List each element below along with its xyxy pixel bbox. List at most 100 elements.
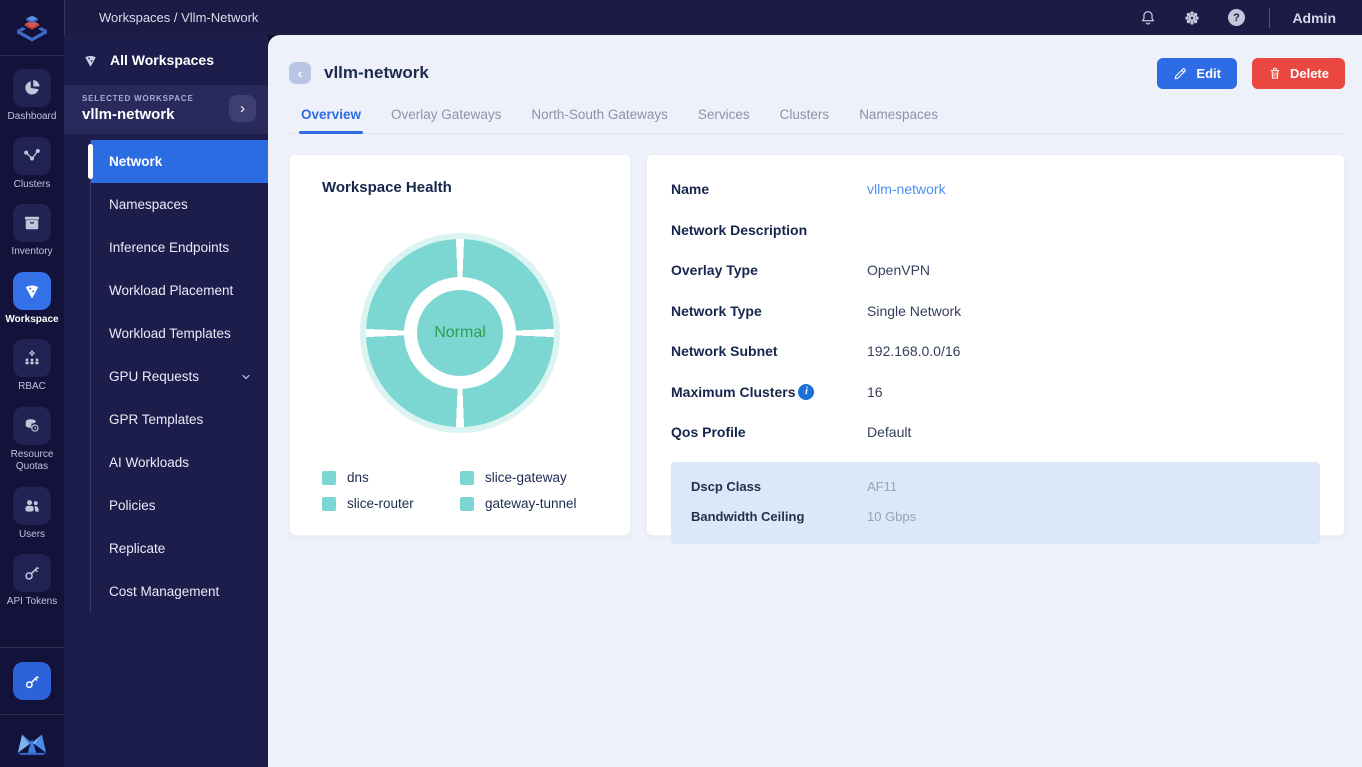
edit-button-label: Edit: [1196, 65, 1221, 81]
workspace-slice-icon: [82, 52, 99, 69]
tab-namespaces[interactable]: Namespaces: [859, 107, 938, 133]
legend-swatch: [322, 496, 336, 511]
rail-item-api-tokens[interactable]: API Tokens: [0, 554, 64, 609]
menu-label: Namespaces: [109, 197, 188, 212]
tile: [13, 406, 51, 445]
rail-nav: Dashboard Clusters Inventory Workspace R…: [0, 56, 64, 609]
rail-item-inventory[interactable]: Inventory: [0, 204, 64, 259]
inventory-box-icon: [22, 213, 42, 233]
settings-icon: [1183, 9, 1201, 27]
rail-item-rbac[interactable]: RBAC: [0, 339, 64, 394]
sidebar-item-gpr-templates[interactable]: GPR Templates: [91, 398, 268, 441]
sidebar-item-namespaces[interactable]: Namespaces: [91, 183, 268, 226]
info-icon[interactable]: i: [798, 383, 815, 400]
rail-item-label: Dashboard: [7, 111, 57, 122]
rail-item-label: Resource Quotas: [10, 448, 54, 473]
health-legend: dns slice-gateway slice-router gateway-t…: [310, 470, 610, 515]
workspace-slice-icon: [22, 281, 42, 301]
menu-label: Inference Endpoints: [109, 240, 230, 255]
crown-logo: [15, 729, 49, 757]
rail-item-users[interactable]: Users: [0, 486, 64, 542]
sidebar-item-replicate[interactable]: Replicate: [91, 527, 268, 570]
detail-label: Qos Profile: [671, 424, 746, 441]
menu-label: GPR Templates: [109, 412, 204, 427]
cluster-nodes-icon: [22, 146, 42, 166]
help-button[interactable]: ?: [1225, 7, 1247, 29]
help-icon: ?: [1227, 9, 1245, 26]
notifications-button[interactable]: [1137, 7, 1159, 29]
legend-item-slice-gateway: slice-gateway: [460, 470, 598, 485]
tile: [13, 136, 51, 175]
all-workspaces-label: All Workspaces: [110, 52, 215, 68]
all-workspaces-button[interactable]: All Workspaces: [64, 35, 268, 85]
chevron-down-icon: [240, 371, 252, 383]
app-logo[interactable]: [0, 0, 64, 56]
menu-label: GPU Requests: [109, 369, 200, 384]
settings-button[interactable]: [1181, 7, 1203, 29]
detail-value: 16: [867, 383, 883, 400]
key-icon: [23, 672, 42, 691]
tab-overlay-gateways[interactable]: Overlay Gateways: [391, 107, 501, 133]
rbac-gear-people-icon: [22, 348, 42, 368]
rail-item-dashboard[interactable]: Dashboard: [0, 69, 64, 124]
tab-clusters[interactable]: Clusters: [780, 107, 830, 133]
menu-label: Workload Templates: [109, 326, 231, 341]
sidebar-item-workload-templates[interactable]: Workload Templates: [91, 312, 268, 355]
network-details-card: Name vllm-network Network Description Ov…: [646, 154, 1345, 544]
rail-item-workspace[interactable]: Workspace: [0, 271, 64, 327]
rail-bottom: [0, 639, 64, 767]
detail-value[interactable]: vllm-network: [867, 181, 1320, 197]
avesha-logo-icon: [13, 10, 51, 46]
health-card-title: Workspace Health: [322, 179, 452, 196]
tile: [13, 554, 51, 592]
topbar-actions: ? Admin: [1137, 7, 1362, 29]
pencil-icon: [1173, 66, 1188, 81]
legend-item-gateway-tunnel: gateway-tunnel: [460, 496, 598, 511]
chevron-right-icon: ›: [240, 100, 245, 117]
legend-item-dns: dns: [322, 470, 460, 485]
page-title: vllm-network: [324, 63, 429, 82]
detail-value: Single Network: [867, 302, 962, 319]
tab-north-south-gateways[interactable]: North-South Gateways: [531, 107, 668, 133]
legend-swatch: [460, 496, 474, 511]
sidebar-item-inference-endpoints[interactable]: Inference Endpoints: [91, 226, 268, 269]
legend-label: slice-gateway: [485, 470, 567, 485]
delete-button[interactable]: Delete: [1251, 57, 1345, 89]
rail-item-clusters[interactable]: Clusters: [0, 136, 64, 192]
sidebar-item-network[interactable]: Network: [88, 140, 268, 183]
selected-workspace-panel: SELECTED WORKSPACE vllm-network ›: [64, 85, 268, 134]
qos-row-bandwidth-ceiling: Bandwidth Ceiling 10 Gbps: [691, 502, 1320, 532]
tile: [13, 271, 51, 310]
health-status-badge: Normal: [417, 290, 503, 376]
detail-row-network-subnet: Network Subnet 192.168.0.0/16: [671, 331, 1320, 372]
detail-label-text: Maximum Clusters: [671, 383, 796, 400]
sidebar-item-gpu-requests[interactable]: GPU Requests: [91, 355, 268, 398]
menu-label: Cost Management: [109, 584, 220, 599]
detail-row-network-type: Network Type Single Network: [671, 291, 1320, 332]
sidebar-item-ai-workloads[interactable]: AI Workloads: [91, 441, 268, 484]
rail-item-label: Users: [18, 528, 46, 540]
selected-workspace-text: SELECTED WORKSPACE vllm-network: [82, 94, 194, 123]
sidebar-item-workload-placement[interactable]: Workload Placement: [91, 269, 268, 312]
main-panel: ‹ vllm-network Edit Delete Overview Over…: [268, 35, 1362, 767]
divider: [1269, 7, 1271, 28]
admin-menu[interactable]: Admin: [1292, 10, 1336, 26]
tab-overview[interactable]: Overview: [298, 107, 364, 134]
edit-button[interactable]: Edit: [1157, 57, 1237, 89]
breadcrumb[interactable]: Workspaces / Vllm-Network: [99, 10, 258, 25]
sidebar-item-policies[interactable]: Policies: [91, 484, 268, 527]
header-actions: Edit Delete: [1157, 57, 1345, 89]
rail-item-resource-quotas[interactable]: Resource Quotas: [0, 406, 64, 474]
back-button[interactable]: ‹: [289, 62, 311, 84]
selected-workspace-name: vllm-network: [82, 106, 175, 123]
tile: [13, 69, 51, 107]
selected-workspace-caption: SELECTED WORKSPACE: [82, 94, 194, 103]
sidebar-item-cost-management[interactable]: Cost Management: [91, 570, 268, 613]
menu-label: Policies: [109, 498, 156, 513]
health-donut-chart[interactable]: Normal: [366, 239, 554, 427]
rail-item-label: Inventory: [11, 246, 53, 257]
expand-workspace-button[interactable]: ›: [229, 95, 256, 122]
tab-services[interactable]: Services: [698, 107, 750, 133]
pie-chart-icon: [22, 78, 42, 98]
quick-key-button[interactable]: [13, 662, 51, 700]
